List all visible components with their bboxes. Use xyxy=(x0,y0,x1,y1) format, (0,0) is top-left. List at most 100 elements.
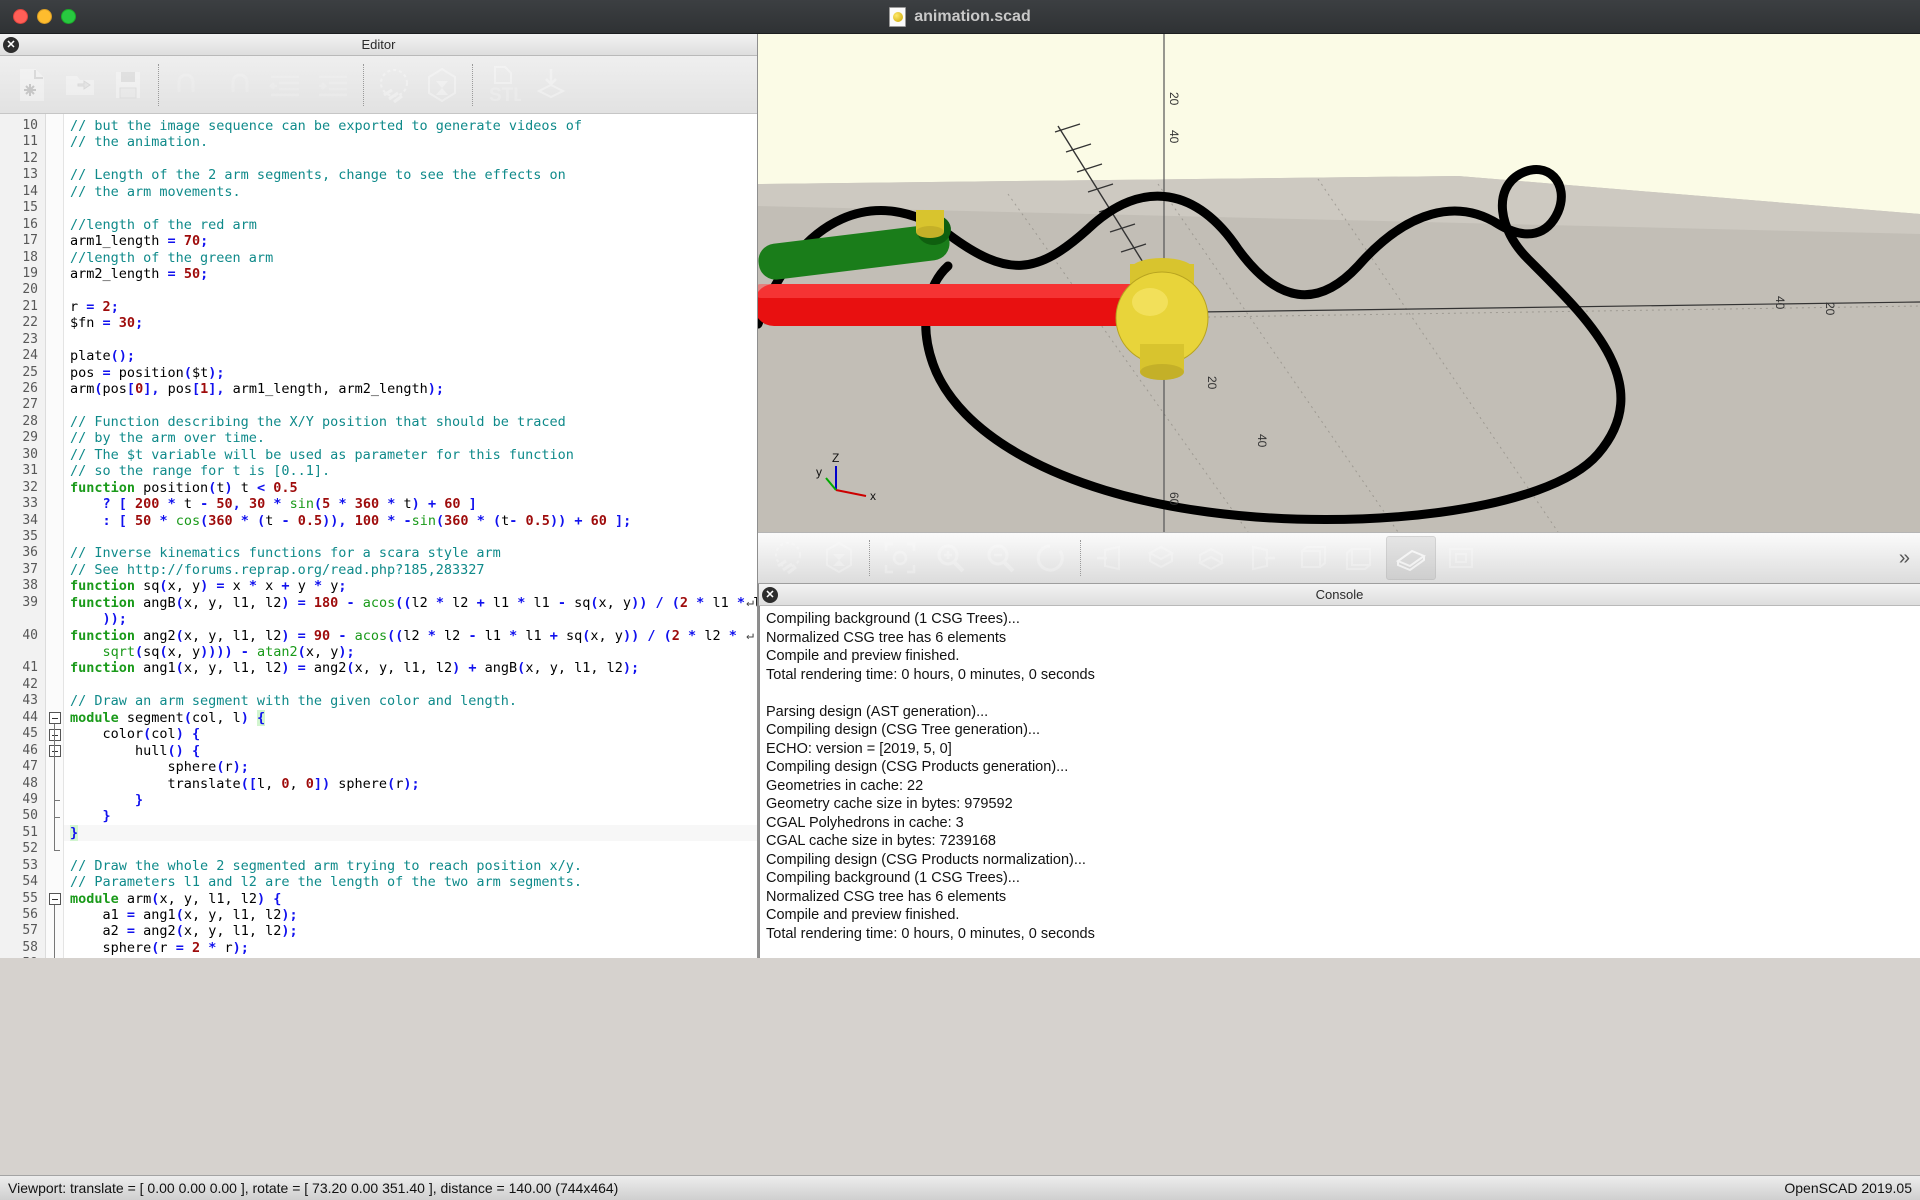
code-line[interactable]: // Inverse kinematics functions for a sc… xyxy=(64,545,757,561)
indent-button[interactable] xyxy=(309,61,357,109)
open-file-button[interactable] xyxy=(56,61,104,109)
code-line[interactable]: // Draw an arm segment with the given co… xyxy=(64,693,757,709)
zoom-button[interactable] xyxy=(61,9,76,24)
preview-button[interactable] xyxy=(370,61,418,109)
code-line[interactable] xyxy=(64,332,757,348)
code-line[interactable] xyxy=(64,151,757,167)
3d-viewport[interactable]: 20 40 20 40 20 40 60 Z x y xyxy=(758,34,1920,532)
code-line[interactable]: function angB(x, y, l1, l2) = 180 - acos… xyxy=(64,595,757,611)
code-fold-column[interactable] xyxy=(46,114,64,958)
code-token: = xyxy=(126,923,136,940)
code-line[interactable]: // the arm movements. xyxy=(64,184,757,200)
code-line[interactable]: arm1_length = 70; xyxy=(64,233,757,249)
code-line[interactable]: r = 2; xyxy=(64,299,757,315)
code-line[interactable]: sphere(r = 2 * r); xyxy=(64,940,757,956)
code-line[interactable]: translate([l, 0, 0]) sphere(r); xyxy=(64,776,757,792)
code-line[interactable]: // Draw the whole 2 segmented arm trying… xyxy=(64,858,757,874)
render-button[interactable] xyxy=(418,61,466,109)
undo-button[interactable] xyxy=(165,61,213,109)
code-line[interactable]: function position(t) t < 0.5 xyxy=(64,480,757,496)
view-perspective-button[interactable] xyxy=(1436,535,1486,581)
fold-toggle-icon[interactable] xyxy=(49,893,61,906)
unindent-button[interactable] xyxy=(261,61,309,109)
close-button[interactable] xyxy=(13,9,28,24)
code-line[interactable]: arm(pos[0], pos[1], arm1_length, arm2_le… xyxy=(64,381,757,397)
code-token: )) xyxy=(549,512,567,529)
code-line[interactable]: function ang1(x, y, l1, l2) = ang2(x, y,… xyxy=(64,660,757,676)
code-line[interactable]: sphere(r); xyxy=(64,759,757,775)
code-line[interactable]: function sq(x, y) = x * x + y * y; xyxy=(64,578,757,594)
code-line[interactable]: : [ 50 * cos(360 * (t - 0.5)), 100 * -si… xyxy=(64,513,757,529)
code-line[interactable] xyxy=(64,282,757,298)
code-token: ], xyxy=(208,381,225,397)
code-line[interactable]: )); xyxy=(64,611,757,627)
code-line[interactable] xyxy=(64,397,757,413)
line-number: 19 xyxy=(22,265,38,281)
render-button[interactable] xyxy=(814,535,864,581)
fold-toggle-icon[interactable] xyxy=(49,728,61,741)
code-line[interactable]: pos = position($t); xyxy=(64,365,757,381)
code-line[interactable]: ? [ 200 * t - 50, 30 * sin(5 * 360 * t) … xyxy=(64,496,757,512)
minimize-button[interactable] xyxy=(37,9,52,24)
window-title-group: animation.scad xyxy=(0,0,1920,34)
code-line[interactable]: } xyxy=(64,792,757,808)
code-line[interactable]: // the animation. xyxy=(64,134,757,150)
close-icon[interactable]: ✕ xyxy=(762,587,778,603)
code-line[interactable]: color(col) { xyxy=(64,726,757,742)
code-line[interactable]: //length of the green arm xyxy=(64,250,757,266)
fold-slot xyxy=(46,217,63,233)
code-line[interactable]: arm2_length = 50; xyxy=(64,266,757,282)
close-icon[interactable]: ✕ xyxy=(3,37,19,53)
code-line[interactable]: $fn = 30; xyxy=(64,315,757,331)
code-line[interactable]: // Function describing the X/Y position … xyxy=(64,414,757,430)
save-file-button[interactable] xyxy=(104,61,152,109)
code-line[interactable] xyxy=(64,841,757,857)
fold-slot xyxy=(46,529,63,545)
view-bottom-button[interactable] xyxy=(1186,535,1236,581)
code-line[interactable]: a2 = ang2(x, y, l1, l2); xyxy=(64,923,757,939)
view-left-button[interactable] xyxy=(1236,535,1286,581)
code-line[interactable] xyxy=(64,200,757,216)
code-line[interactable]: // Parameters l1 and l2 are the length o… xyxy=(64,874,757,890)
redo-button[interactable] xyxy=(213,61,261,109)
code-text-area[interactable]: // but the image sequence can be exporte… xyxy=(64,114,757,958)
code-line[interactable]: module segment(col, l) { xyxy=(64,709,757,726)
view-right-button[interactable] xyxy=(1086,535,1136,581)
toolbar-overflow-button[interactable]: » xyxy=(1899,547,1910,570)
view-front-button[interactable] xyxy=(1286,535,1336,581)
export-stl-button[interactable]: STL xyxy=(479,61,527,109)
code-line[interactable]: // Length of the 2 arm segments, change … xyxy=(64,167,757,183)
code-line[interactable] xyxy=(64,677,757,693)
code-line[interactable]: plate(); xyxy=(64,348,757,364)
view-diagonal-button[interactable] xyxy=(1386,536,1436,580)
preview-button[interactable] xyxy=(764,535,814,581)
new-file-button[interactable] xyxy=(8,61,56,109)
code-editor[interactable]: 10 11 12 13 14 15 16 17 18 19 20 21 22 23 24 25 26 27 28 29… xyxy=(0,114,757,958)
fold-toggle-icon[interactable] xyxy=(49,745,61,758)
code-line[interactable] xyxy=(64,529,757,545)
code-line[interactable]: // See http://forums.reprap.org/read.php… xyxy=(64,562,757,578)
view-back-button[interactable] xyxy=(1336,535,1386,581)
code-line[interactable]: // by the arm over time. xyxy=(64,430,757,446)
code-line[interactable]: function ang2(x, y, l1, l2) = 90 - acos(… xyxy=(64,628,757,644)
zoom-all-button[interactable] xyxy=(875,535,925,581)
horizontal-splitter[interactable] xyxy=(0,958,1920,975)
code-line[interactable]: // but the image sequence can be exporte… xyxy=(64,118,757,134)
zoom-out-button[interactable] xyxy=(975,535,1025,581)
code-line[interactable]: } xyxy=(64,824,757,842)
code-line[interactable]: hull() { xyxy=(64,743,757,759)
code-line[interactable]: //length of the red arm xyxy=(64,217,757,233)
code-line[interactable]: // so the range for t is [0..1]. xyxy=(64,463,757,479)
zoom-in-button[interactable] xyxy=(925,535,975,581)
code-line[interactable]: a1 = ang1(x, y, l1, l2); xyxy=(64,907,757,923)
export-other-button[interactable] xyxy=(527,61,575,109)
reset-view-button[interactable] xyxy=(1025,535,1075,581)
console-output[interactable]: Compiling background (1 CSG Trees)... Nor… xyxy=(759,606,1920,958)
code-line[interactable]: // The $t variable will be used as param… xyxy=(64,447,757,463)
fold-toggle-icon[interactable] xyxy=(49,712,61,725)
view-top-button[interactable] xyxy=(1136,535,1186,581)
code-line[interactable]: sqrt(sq(x, y)))) - atan2(x, y); xyxy=(64,644,757,660)
code-line[interactable]: } xyxy=(64,808,757,824)
code-line[interactable]: module arm(x, y, l1, l2) { xyxy=(64,891,757,907)
